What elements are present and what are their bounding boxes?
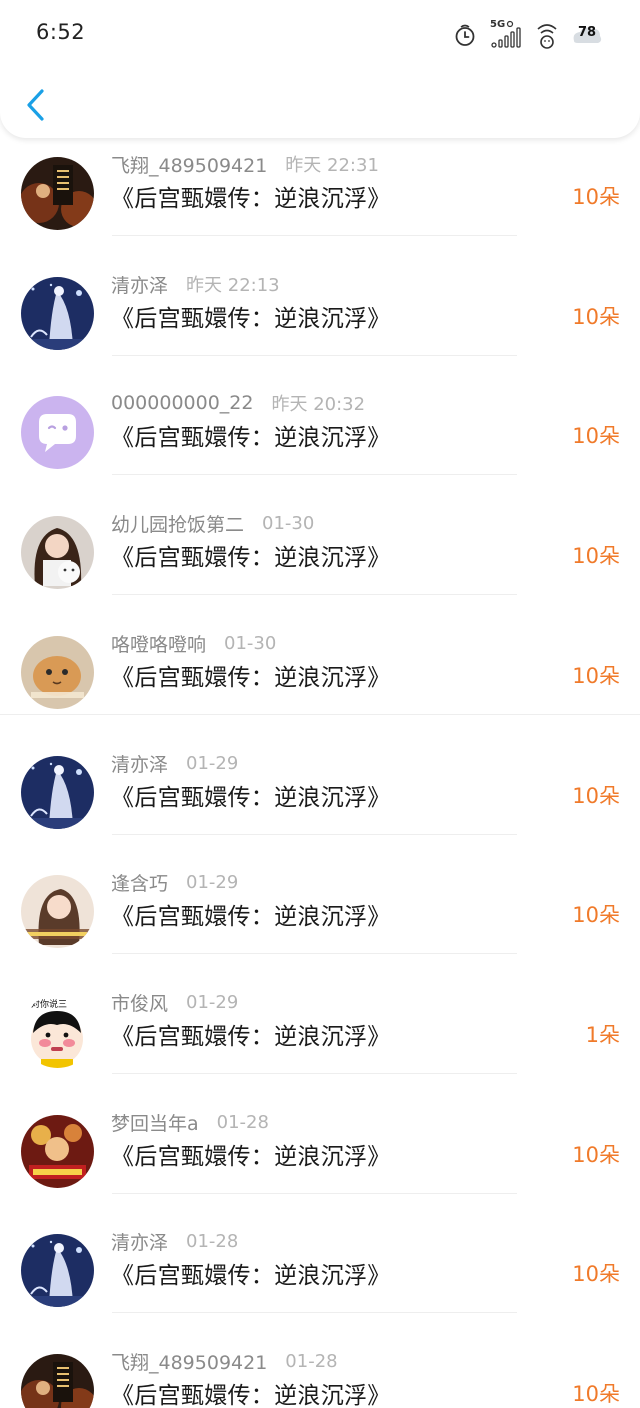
item-meta: 清亦泽 01-29 [111,748,238,778]
battery-icon: 78 [570,23,604,47]
work-title: 《后宫甄嬛传：逆浪沉浮》 [111,545,391,571]
timestamp: 昨天 22:13 [186,275,280,296]
list-item[interactable]: 梦回当年a 01-28 《后宫甄嬛传：逆浪沉浮》 10朵 [0,1099,640,1218]
list-item[interactable]: 飞翔_489509421 昨天 22:31 《后宫甄嬛传：逆浪沉浮》 10朵 [0,141,640,260]
sender-name[interactable]: 咯噔咯噔响 [111,630,206,657]
sender-name[interactable]: 梦回当年a [111,1109,199,1136]
avatar[interactable] [21,1115,94,1188]
sender-name[interactable]: 清亦泽 [111,750,168,777]
avatar[interactable]: 对你说三 [21,995,94,1068]
item-meta: 飞翔_489509421 01-28 [111,1346,338,1376]
flower-count: 10朵 [572,544,620,568]
top-bar: 6:52 5G 78 [0,0,640,138]
sender-name[interactable]: 飞翔_489509421 [111,151,267,178]
sender-name[interactable]: 飞翔_489509421 [111,1348,267,1375]
item-meta: 逢含巧 01-29 [111,867,238,897]
list-item[interactable]: 清亦泽 01-28 《后宫甄嬛传：逆浪沉浮》 10朵 [0,1218,640,1337]
avatar[interactable] [21,875,94,948]
avatar[interactable] [21,396,94,469]
flower-count: 10朵 [572,1382,620,1406]
avatar-caption: 对你说三 [31,1000,68,1010]
timestamp: 01-30 [262,512,315,534]
divider [112,355,517,356]
wifi-icon [535,21,559,49]
list-item[interactable]: 000000000_22 昨天 20:32 《后宫甄嬛传：逆浪沉浮》 10朵 [0,380,640,499]
list-item[interactable]: 清亦泽 01-29 《后宫甄嬛传：逆浪沉浮》 10朵 [0,740,640,859]
work-title: 《后宫甄嬛传：逆浪沉浮》 [111,665,391,691]
item-meta: 清亦泽 01-28 [111,1226,238,1256]
flower-count: 1朵 [585,1023,620,1047]
divider [112,953,517,954]
chevron-left-icon [22,89,50,128]
status-time: 6:52 [36,20,86,44]
divider [0,714,640,715]
divider [112,235,517,236]
work-title: 《后宫甄嬛传：逆浪沉浮》 [111,785,391,811]
timestamp: 01-29 [186,991,239,1013]
item-meta: 幼儿园抢饭第二 01-30 [111,508,314,538]
work-title: 《后宫甄嬛传：逆浪沉浮》 [111,425,391,451]
work-title: 《后宫甄嬛传：逆浪沉浮》 [111,904,391,930]
timestamp: 01-29 [186,871,239,893]
work-title: 《后宫甄嬛传：逆浪沉浮》 [111,186,391,212]
gift-record-page: 飞翔_489509421 昨天 22:31 《后宫甄嬛传：逆浪沉浮》 10朵 清亦泽昨… [0,0,640,1408]
item-meta: 咯噔咯噔响 01-30 [111,628,276,658]
alarm-icon [453,23,477,47]
item-meta: 飞翔_489509421 昨天 22:31 [111,149,379,179]
timestamp: 01-28 [216,1111,269,1133]
avatar[interactable] [21,756,94,829]
divider [112,1312,517,1313]
timestamp: 昨天 20:32 [271,394,366,415]
sender-name[interactable]: 000000000_22 [111,392,253,414]
timestamp: 01-30 [224,632,277,654]
avatar[interactable] [21,277,94,350]
avatar[interactable] [21,157,94,230]
flower-count: 10朵 [572,784,620,808]
list-item[interactable]: 咯噔咯噔响 01-30 《后宫甄嬛传：逆浪沉浮》 10朵 [0,620,640,739]
sender-name[interactable]: 清亦泽 [111,1228,168,1255]
sender-name[interactable]: 市俊风 [111,989,168,1016]
signal-5g-icon: 5G [488,19,524,50]
list-item[interactable]: 幼儿园抢饭第二 01-30 《后宫甄嬛传：逆浪沉浮》 10朵 [0,500,640,619]
sender-name[interactable]: 逢含巧 [111,869,168,896]
item-meta: 000000000_22 昨天 20:32 [111,388,365,418]
flower-count: 10朵 [572,424,620,448]
item-meta: 市俊风 01-29 [111,987,238,1017]
divider [112,594,517,595]
battery-level: 78 [577,25,597,40]
divider [112,834,517,835]
timestamp: 01-28 [285,1350,338,1372]
item-meta: 梦回当年a 01-28 [111,1107,269,1137]
avatar[interactable] [21,1354,94,1408]
avatar[interactable] [21,636,94,709]
flower-count: 10朵 [572,664,620,688]
work-title: 《后宫甄嬛传：逆浪沉浮》 [111,1024,391,1050]
work-title: 《后宫甄嬛传：逆浪沉浮》 [111,306,391,332]
status-icons: 5G 78 [453,18,604,52]
flower-count: 10朵 [572,185,620,209]
sender-name[interactable]: 幼儿园抢饭第二 [111,510,244,537]
flower-count: 10朵 [572,305,620,329]
divider [112,1193,517,1194]
list-item[interactable]: 清亦泽 昨天 22:13 《后宫甄嬛传：逆浪沉浮》 10朵 [0,261,640,380]
flower-count: 10朵 [572,903,620,927]
divider [112,474,517,475]
timestamp: 01-29 [186,752,239,774]
list-item[interactable]: 逢含巧 01-29 《后宫甄嬛传：逆浪沉浮》 10朵 [0,859,640,978]
avatar[interactable] [21,516,94,589]
flower-count: 10朵 [572,1143,620,1167]
work-title: 《后宫甄嬛传：逆浪沉浮》 [111,1144,391,1170]
timestamp: 01-28 [186,1230,239,1252]
avatar[interactable] [21,1234,94,1307]
flower-count: 10朵 [572,1262,620,1286]
timestamp: 昨天 22:31 [285,155,379,176]
back-button[interactable] [22,86,50,124]
work-title: 《后宫甄嬛传：逆浪沉浮》 [111,1383,391,1408]
list-item[interactable]: 对你说三 市俊风 01-29 《后宫甄嬛传：逆浪沉浮》 1朵 [0,979,640,1098]
sender-name[interactable]: 清亦泽 [111,271,168,298]
work-title: 《后宫甄嬛传：逆浪沉浮》 [111,1263,391,1289]
divider [112,1073,517,1074]
item-meta: 清亦泽 昨天 22:13 [111,269,280,299]
list-item[interactable]: 飞翔_489509421 01-28 《后宫甄嬛传：逆浪沉浮》 10朵 [0,1338,640,1408]
